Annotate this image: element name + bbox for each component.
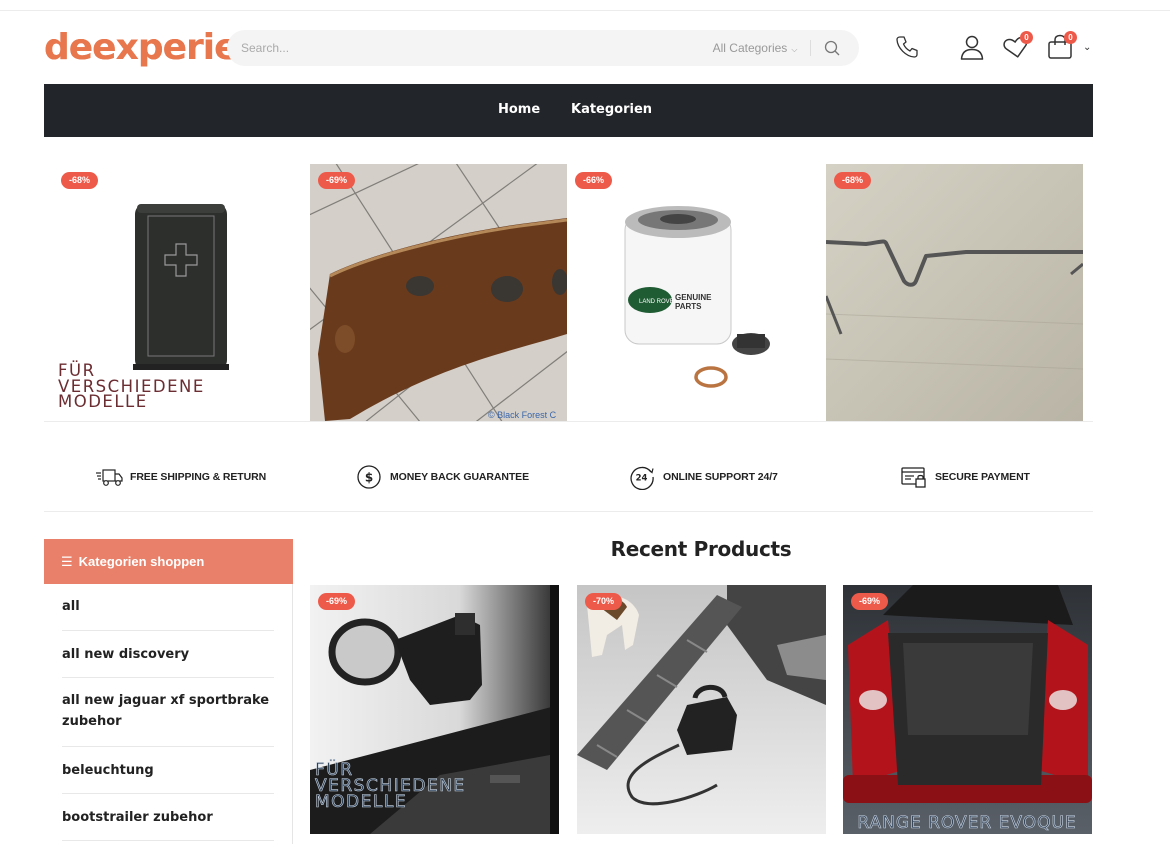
search-input[interactable] <box>241 38 661 58</box>
secure-payment-icon <box>901 467 926 488</box>
wishlist-button[interactable]: 0 <box>1001 31 1033 62</box>
user-icon <box>960 35 984 60</box>
divider <box>62 630 274 631</box>
sidebar-header[interactable]: ☰ Kategorien shoppen <box>44 539 293 584</box>
pet-ramp-washer-image <box>577 585 826 834</box>
divider <box>44 511 1093 512</box>
support-24-icon: 24 <box>630 466 654 490</box>
nav-home[interactable]: Home <box>498 102 540 117</box>
sidebar-item-bootstrailer[interactable]: bootstrailer zubehor <box>62 807 274 828</box>
divider <box>62 746 274 747</box>
chevron-down-icon[interactable]: ⌄ <box>1083 42 1091 53</box>
feature-support: 24 ONLINE SUPPORT 24/7 <box>628 464 778 490</box>
discount-badge: -66% <box>575 172 613 189</box>
wishlist-count-badge: 0 <box>1020 31 1033 44</box>
section-title: Recent Products <box>610 537 792 561</box>
chevron-down-icon: ⌵ <box>791 45 798 54</box>
main-nav: Home Kategorien <box>44 84 1093 137</box>
rusty-panel-image: © Black Forest C <box>310 164 567 421</box>
phone-button[interactable] <box>892 32 922 62</box>
divider <box>62 840 274 841</box>
category-sidebar: ☰ Kategorien shoppen all all new discover… <box>44 539 293 844</box>
overlay-line: MODELLE <box>315 792 408 813</box>
product-overlay-text: FÜR VERSCHIEDENE MODELLE <box>315 761 466 813</box>
feature-label: SECURE PAYMENT <box>935 471 1030 483</box>
top-divider <box>0 10 1170 11</box>
sidebar-item-all[interactable]: all <box>62 596 274 617</box>
banner-overlay-text: FÜR VERSCHIEDENE MODELLE <box>58 362 205 412</box>
truck-icon <box>96 469 123 486</box>
product-card-mirror[interactable]: -69% FÜR VERSCHIEDENE MODELLE <box>310 585 559 834</box>
feature-shipping: FREE SHIPPING & RETURN <box>95 464 266 490</box>
category-select[interactable]: All Categories ⌵ <box>695 41 815 55</box>
feature-label: MONEY BACK GUARANTEE <box>390 471 529 483</box>
feature-label: FREE SHIPPING & RETURN <box>130 471 267 483</box>
divider <box>62 793 274 794</box>
banner-first-aid-kit[interactable]: -68% FÜR VERSCHIEDENE MODELLE <box>53 164 310 421</box>
svg-text:24: 24 <box>636 474 648 484</box>
svg-text:LAND ROVER: LAND ROVER <box>639 299 679 305</box>
menu-icon: ☰ <box>61 554 73 569</box>
feature-label: ONLINE SUPPORT 24/7 <box>663 471 778 483</box>
discount-badge: -69% <box>318 172 356 189</box>
category-select-label: All Categories <box>712 41 788 55</box>
banner-metal-rod[interactable]: -68% <box>826 164 1083 421</box>
search-button[interactable] <box>821 37 845 59</box>
cart-button[interactable]: 0 <box>1045 31 1077 62</box>
svg-text:$: $ <box>365 471 373 485</box>
dollar-icon: $ <box>357 465 381 489</box>
overlay-line: MODELLE <box>58 392 148 412</box>
feature-secure-payment: SECURE PAYMENT <box>900 464 1030 490</box>
divider <box>44 421 1093 422</box>
metal-rod-image <box>826 164 1083 421</box>
discount-badge: -68% <box>61 172 99 189</box>
feature-money-back: $ MONEY BACK GUARANTEE <box>355 464 529 490</box>
discount-badge: -69% <box>318 593 356 610</box>
discount-badge: -70% <box>585 593 623 610</box>
svg-text:PARTS: PARTS <box>675 302 702 311</box>
account-button[interactable] <box>957 32 987 62</box>
search-divider <box>810 40 811 56</box>
watermark-text: © Black Forest C <box>488 410 557 420</box>
oil-filter-image: LAND ROVER GENUINE PARTS <box>624 206 770 388</box>
search-icon <box>824 40 840 56</box>
sidebar-item-jaguar-xf[interactable]: all new jaguar xf sportbrake zubehor <box>62 690 274 732</box>
search-bar: All Categories⌵ <box>227 30 859 66</box>
site-header: deexperienc All Categories⌵ 0 0 ⌄ <box>44 28 1094 68</box>
site-logo[interactable]: deexperienc <box>44 28 234 68</box>
product-card-evoque-liner[interactable]: RANGE ROVER EVOQUE -69% <box>843 585 1092 834</box>
product-card-pet-ramp[interactable]: -70% <box>577 585 826 834</box>
product-caption: RANGE ROVER EVOQUE <box>857 813 1076 833</box>
phone-icon <box>896 36 918 58</box>
divider <box>62 677 274 678</box>
discount-badge: -69% <box>851 593 889 610</box>
nav-kategorien[interactable]: Kategorien <box>571 102 652 117</box>
discount-badge: -68% <box>834 172 872 189</box>
cart-count-badge: 0 <box>1064 31 1077 44</box>
boot-liner-image: RANGE ROVER EVOQUE <box>843 585 1092 834</box>
banner-oil-filter[interactable]: LAND ROVER GENUINE PARTS -66% <box>567 164 824 421</box>
logo-text: deexperienc <box>44 28 234 68</box>
svg-text:GENUINE: GENUINE <box>675 293 712 302</box>
banner-rusty-panel[interactable]: © Black Forest C -69% <box>310 164 567 421</box>
sidebar-item-all-new-discovery[interactable]: all new discovery <box>62 644 274 665</box>
sidebar-item-beleuchtung[interactable]: beleuchtung <box>62 760 274 781</box>
sidebar-title: Kategorien shoppen <box>78 554 205 569</box>
